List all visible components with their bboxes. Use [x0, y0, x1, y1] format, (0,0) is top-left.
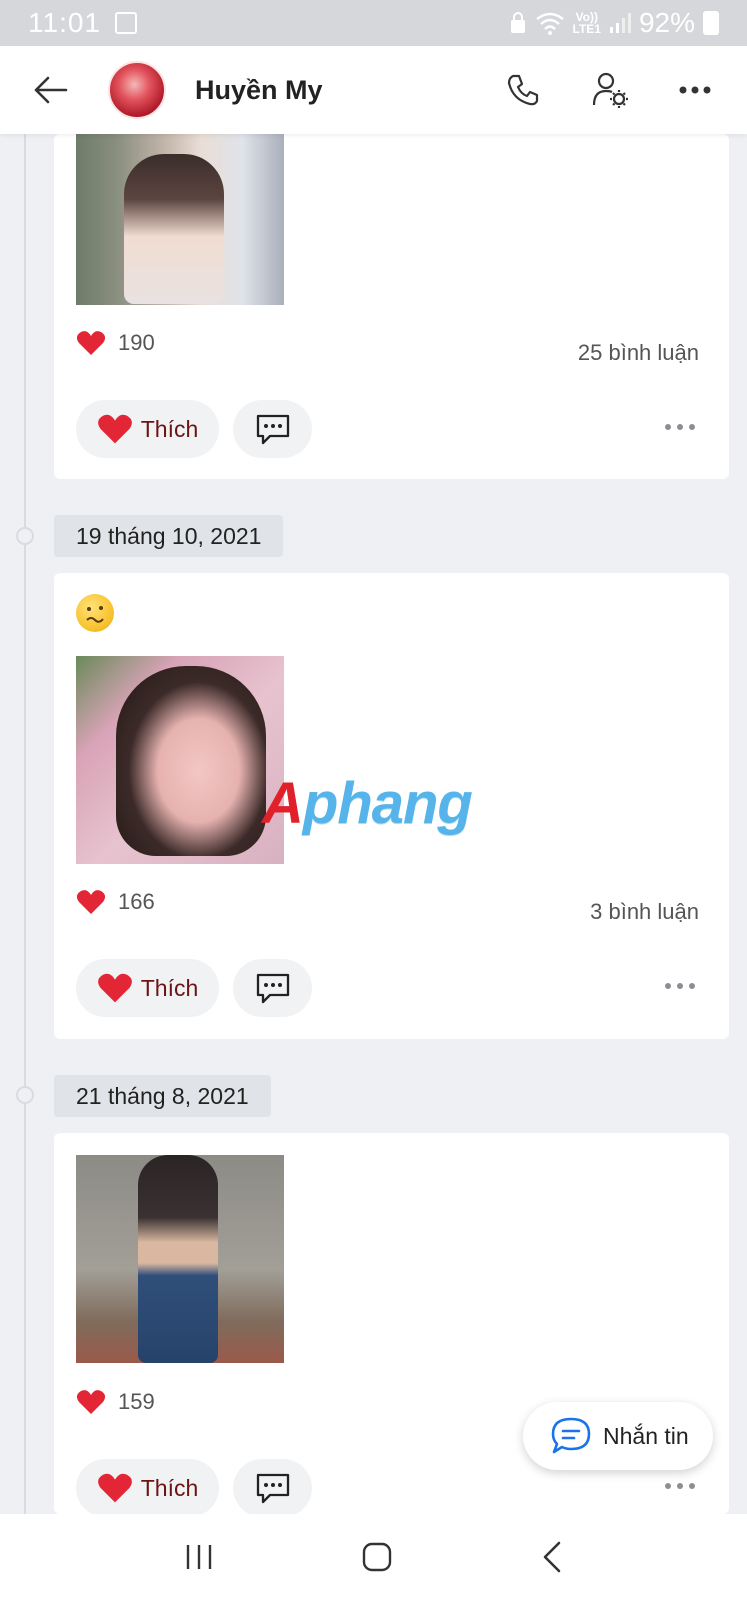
like-button[interactable]: Thích [76, 400, 219, 458]
like-count-value: 166 [118, 889, 155, 914]
date-label: 19 tháng 10, 2021 [54, 515, 284, 557]
photo-subject [138, 1155, 218, 1363]
like-button-label: Thích [140, 974, 199, 1001]
date-label: 21 tháng 8, 2021 [54, 1075, 271, 1117]
post-more-button[interactable] [665, 424, 695, 430]
heart-icon [76, 890, 106, 914]
comment-count[interactable]: 3 bình luận [590, 899, 699, 925]
post-more-button[interactable] [665, 983, 695, 989]
woozy-face-emoji-icon [76, 594, 114, 632]
battery-percent: 92% [638, 7, 695, 38]
like-button-label: Thích [140, 415, 199, 442]
lock-notification-icon [510, 12, 525, 33]
like-count-value: 190 [118, 330, 155, 355]
message-button-label: Nhắn tin [603, 1422, 689, 1449]
volte-indicator: Vo)) LTE1 [573, 11, 601, 35]
comment-bubble-icon [256, 414, 289, 445]
like-count[interactable]: 190 [76, 330, 155, 356]
home-icon[interactable] [362, 1542, 392, 1572]
watermark-logo: Aphang [262, 770, 473, 837]
post-photo[interactable] [76, 1155, 284, 1363]
profile-settings-icon[interactable] [591, 71, 629, 109]
timeline-dot [16, 1086, 34, 1104]
post-photo[interactable] [76, 656, 284, 864]
like-button[interactable]: Thích [76, 959, 219, 1017]
like-count-value: 159 [118, 1389, 155, 1414]
page-title[interactable]: Huyền My [195, 75, 323, 106]
heart-icon [97, 973, 132, 1003]
wifi-icon [535, 12, 564, 35]
heart-icon [97, 1473, 132, 1503]
like-button-label: Thích [140, 1474, 199, 1501]
comment-bubble-icon [256, 1473, 289, 1504]
status-icons: Vo)) LTE1 92% [509, 7, 719, 39]
photo-subject [124, 154, 224, 304]
heart-icon [97, 414, 132, 444]
chat-bubble-icon [551, 1417, 591, 1454]
heart-icon [76, 1390, 106, 1414]
heart-icon [76, 331, 106, 355]
recent-apps-icon[interactable] [184, 1543, 214, 1571]
watermark-rest: phang [302, 771, 473, 836]
avatar[interactable] [108, 61, 166, 119]
watermark-first-letter: A [262, 771, 304, 836]
message-button[interactable]: Nhắn tin [523, 1402, 713, 1470]
post-photo[interactable] [76, 134, 284, 305]
like-count[interactable]: 166 [76, 889, 155, 915]
status-time: 11:01 [28, 7, 101, 38]
like-button[interactable]: Thích [76, 1459, 219, 1517]
comment-count[interactable]: 25 bình luận [578, 340, 699, 366]
comment-button[interactable] [233, 1459, 312, 1517]
comment-bubble-icon [256, 973, 289, 1004]
lte-label: LTE1 [572, 22, 601, 36]
photo-subject [116, 666, 266, 856]
status-bar: 11:01 Vo)) LTE1 92% [0, 0, 747, 46]
profile-header: Huyền My [0, 46, 747, 134]
more-options-icon[interactable] [679, 85, 711, 95]
timeline-line [24, 134, 26, 1514]
comment-button[interactable] [233, 400, 312, 458]
system-nav-bar [0, 1514, 747, 1600]
comment-button[interactable] [233, 959, 312, 1017]
timeline-dot [16, 527, 34, 545]
back-arrow-icon[interactable] [30, 70, 70, 110]
phone-icon[interactable] [505, 72, 541, 108]
gallery-notification-icon [115, 12, 137, 34]
system-back-icon[interactable] [541, 1541, 563, 1573]
like-count[interactable]: 159 [76, 1389, 155, 1415]
battery-icon [703, 11, 719, 35]
post-more-button[interactable] [665, 1483, 695, 1489]
post-card: 190 25 bình luận Thích [54, 134, 729, 479]
signal-icon [609, 13, 631, 33]
